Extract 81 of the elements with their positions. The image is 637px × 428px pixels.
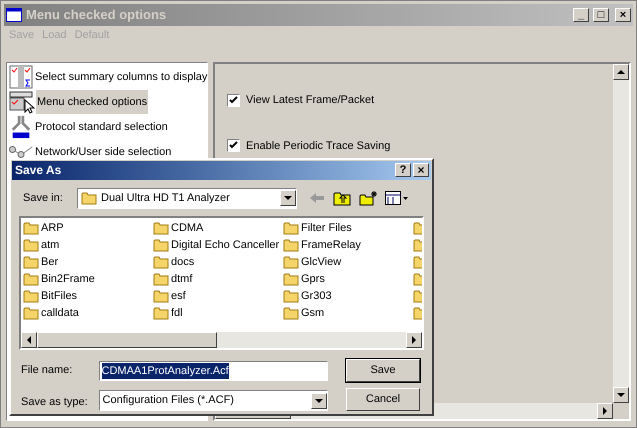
folder-item[interactable]: Gsm — [283, 304, 324, 322]
folder-icon — [23, 289, 39, 304]
folder-icon — [153, 272, 169, 286]
folder-item[interactable]: esf — [153, 288, 186, 305]
scroll-up-button[interactable] — [613, 64, 629, 80]
checkbox[interactable] — [227, 94, 240, 107]
scroll-thumb[interactable] — [37, 332, 217, 348]
folder-item[interactable]: atm — [23, 236, 60, 254]
option-label: View Latest Frame/Packet — [246, 93, 374, 108]
save-in-dropdown[interactable]: Dual Ultra HD T1 Analyzer — [77, 188, 297, 209]
folder-icon — [23, 272, 39, 286]
folder-item[interactable]: fdl — [153, 304, 183, 322]
folder-item[interactable]: Digital Echo Canceller — [153, 236, 280, 254]
sidebar-item[interactable]: Select summary columns to display — [34, 64, 208, 90]
folder-icon — [283, 272, 299, 286]
folder-item[interactable]: BitFiles — [23, 288, 78, 305]
sidebar-item[interactable]: Protocol standard selection — [34, 114, 169, 140]
save-as-type-dropdown[interactable]: Configuration Files (*.ACF) — [98, 390, 328, 411]
scroll-down-button[interactable] — [613, 387, 629, 403]
up-triangle-icon — [617, 70, 625, 74]
right-triangle-icon — [412, 336, 416, 344]
up-folder-icon[interactable] — [333, 190, 351, 206]
folder-item[interactable]: CDMA — [153, 220, 204, 237]
folder-icon — [23, 221, 39, 236]
down-triangle-icon — [284, 196, 292, 200]
checkbox[interactable] — [227, 139, 240, 152]
folder-item[interactable]: GlcView — [283, 254, 342, 271]
scroll-left-button[interactable] — [21, 332, 37, 348]
scroll-right-button[interactable] — [597, 403, 613, 419]
folder-item[interactable]: FrameRelay — [283, 236, 361, 254]
folder-item[interactable]: Ber — [23, 254, 58, 271]
view-menu-icon[interactable] — [385, 191, 409, 206]
folder-icon — [153, 221, 169, 236]
columns-icon — [9, 65, 33, 89]
window-control-button[interactable]: × — [615, 8, 631, 22]
scroll-right-button[interactable] — [406, 332, 422, 348]
down-triangle-icon — [617, 393, 625, 397]
dropdown-arrow-button[interactable] — [311, 392, 327, 408]
folder-item[interactable]: Bin2Frame — [23, 270, 95, 288]
folder-icon — [153, 306, 169, 320]
close-button[interactable]: × — [413, 163, 429, 178]
folder-icon — [153, 255, 169, 270]
folder-item[interactable]: ARP — [23, 220, 64, 237]
folder-icon — [23, 238, 39, 252]
dialog-title: Save As — [15, 162, 62, 180]
folder-icon — [81, 191, 97, 206]
window-title: Menu checked options — [26, 6, 168, 24]
file-name-field[interactable]: CDMAA1ProtAnalyzer.Acf — [98, 361, 328, 381]
left-triangle-icon — [27, 336, 31, 344]
new-folder-icon[interactable] — [359, 190, 377, 206]
window-control-button[interactable]: _ — [573, 8, 589, 22]
folder-icon — [283, 306, 299, 320]
folder-item[interactable]: docs — [153, 254, 194, 271]
folder-icon — [283, 255, 299, 270]
folder-icon — [23, 306, 39, 320]
folder-item[interactable]: Gprs — [283, 270, 325, 288]
folder-icon — [153, 238, 169, 252]
sidebar-item[interactable]: Menu checked options — [36, 90, 148, 114]
folder-icon — [23, 255, 39, 270]
folder-icon — [283, 238, 299, 252]
folder-item[interactable]: Filter Files — [283, 220, 352, 237]
cancel-button[interactable]: Cancel — [346, 388, 420, 411]
folder-icon — [153, 289, 169, 304]
window-control-button[interactable]: □ — [593, 8, 609, 22]
folder-item[interactable]: calldata — [23, 304, 79, 322]
fork-std-icon — [9, 115, 33, 139]
save-button[interactable]: Save — [346, 359, 420, 382]
menu-cursor-icon — [9, 90, 35, 114]
help-button[interactable]: ? — [395, 163, 411, 178]
dropdown-arrow-button[interactable] — [280, 190, 296, 206]
file-name-label: File name: — [21, 363, 74, 378]
save-as-type-label: Save as type: — [21, 395, 89, 410]
folder-item[interactable]: Gr303 — [283, 288, 332, 305]
folder-item[interactable]: dtmf — [153, 270, 192, 288]
down-triangle-icon — [315, 398, 323, 402]
save-in-label: Save in: — [23, 191, 64, 206]
folder-icon — [283, 289, 299, 304]
folder-icon — [283, 221, 299, 236]
right-triangle-icon — [603, 407, 607, 415]
option-label: Enable Periodic Trace Saving — [246, 138, 390, 154]
window-icon — [6, 8, 22, 22]
